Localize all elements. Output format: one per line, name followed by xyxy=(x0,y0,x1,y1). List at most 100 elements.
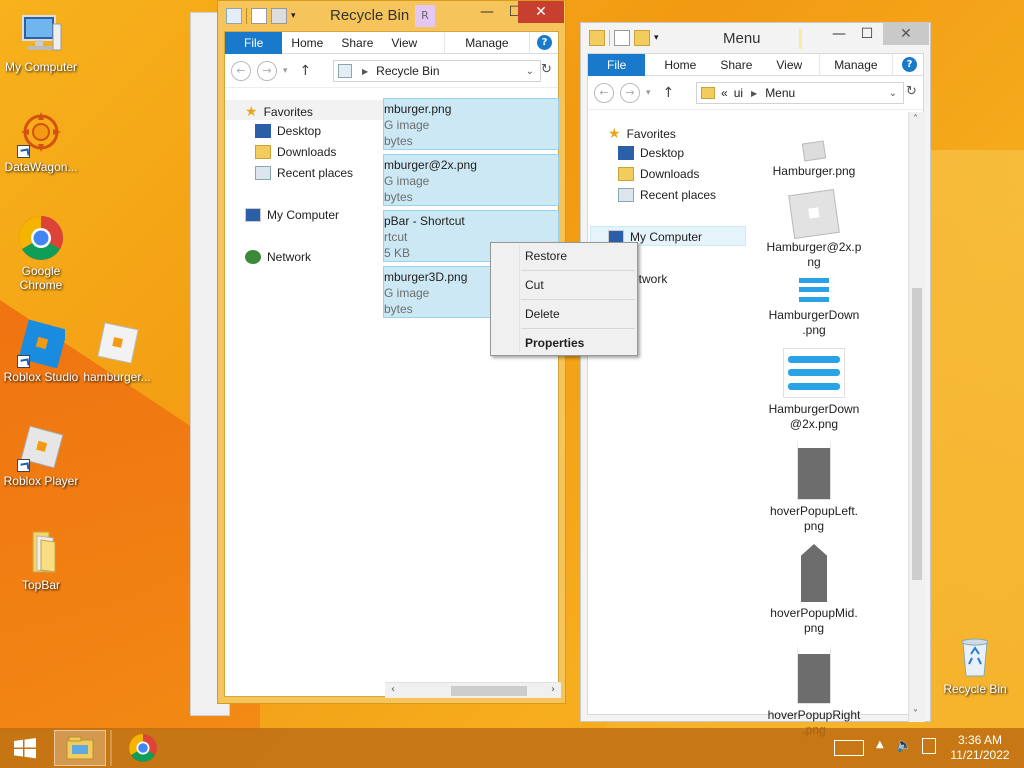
address-box[interactable]: ▶ Recycle Bin ⌄ xyxy=(333,60,541,82)
ribbon-tab-manage[interactable]: Manage xyxy=(819,53,893,76)
ribbon-tab-home[interactable]: Home xyxy=(655,54,705,76)
close-button[interactable]: ✕ xyxy=(518,1,564,23)
folder-small-icon[interactable] xyxy=(589,30,605,46)
quick-access-toolbar: ▾ xyxy=(581,30,662,46)
start-button[interactable] xyxy=(8,730,42,766)
hamburger-thumbnail-icon xyxy=(799,276,829,304)
desktop-icon-google-chrome[interactable]: Google Chrome xyxy=(0,214,82,292)
desktop-icon-roblox-studio[interactable]: Roblox Studio xyxy=(0,319,82,384)
show-hidden-icons-icon[interactable]: ▲ xyxy=(876,739,884,750)
ribbon-tab-file[interactable]: File xyxy=(588,53,646,76)
title-bar[interactable]: ▾ Menu — ☐ ✕ xyxy=(581,23,930,53)
file-item[interactable]: mburger@2x.png G image bytes xyxy=(383,154,559,206)
ribbon-tab-manage[interactable]: Manage xyxy=(444,31,530,54)
properties-icon[interactable] xyxy=(251,8,267,24)
file-type: G image xyxy=(384,118,430,132)
ribbon-tab-file[interactable]: File xyxy=(225,31,283,54)
ribbon-tab-view[interactable]: View xyxy=(767,54,811,76)
file-item[interactable]: Hamburger@2x.p ng xyxy=(754,189,874,270)
breadcrumb-menu[interactable]: Menu xyxy=(765,86,795,100)
menu-item-cut[interactable]: Cut xyxy=(525,278,544,292)
desktop-icon-recycle-bin[interactable]: Recycle Bin xyxy=(934,632,1016,696)
breadcrumb-overflow[interactable]: « xyxy=(721,86,728,100)
file-item[interactable]: Hamburger.png xyxy=(754,140,874,179)
breadcrumb-ui[interactable]: ui xyxy=(734,86,743,100)
maximize-button[interactable]: ☐ xyxy=(853,23,881,45)
back-button[interactable]: ← xyxy=(231,60,251,81)
taskbar-file-explorer[interactable] xyxy=(54,730,106,766)
desktop-icon-hamburger[interactable]: hamburger... xyxy=(76,320,158,384)
chevron-down-icon[interactable]: ▾ xyxy=(654,30,662,46)
scroll-left-icon[interactable]: ‹ xyxy=(391,684,395,695)
nav-item-downloads[interactable]: Downloads xyxy=(618,167,699,181)
minimize-button[interactable]: — xyxy=(825,23,853,45)
close-button[interactable]: ✕ xyxy=(883,23,929,45)
desktop-icon-datawagon[interactable]: DataWagon... xyxy=(0,110,82,174)
scroll-down-icon[interactable]: ˅ xyxy=(913,709,918,720)
scroll-thumb[interactable] xyxy=(912,288,922,580)
nav-item-favorites[interactable]: ★ Favorites xyxy=(245,103,313,120)
refresh-icon[interactable]: ↻ xyxy=(906,84,917,99)
file-item[interactable]: mburger.png G image bytes xyxy=(383,98,559,150)
up-button[interactable]: ↑ xyxy=(300,63,312,79)
nav-item-favorites[interactable]: ★ Favorites xyxy=(608,125,676,142)
help-icon[interactable]: ? xyxy=(537,35,552,50)
ribbon-tab-share[interactable]: Share xyxy=(711,54,761,76)
nav-item-recent-places[interactable]: Recent places xyxy=(618,188,716,202)
up-button[interactable]: ↑ xyxy=(663,85,675,101)
vertical-scrollbar[interactable]: ˄ ˅ xyxy=(908,112,925,722)
nav-item-label: Recent places xyxy=(277,166,354,180)
volume-icon[interactable]: 🔈 xyxy=(896,738,912,753)
file-item[interactable]: HamburgerDown .png xyxy=(754,276,874,338)
nav-item-network[interactable]: Network xyxy=(245,250,311,264)
nav-item-desktop[interactable]: Desktop xyxy=(618,146,684,160)
scroll-up-icon[interactable]: ˄ xyxy=(913,114,918,125)
refresh-icon[interactable]: ↻ xyxy=(541,62,552,77)
nav-item-recent-places[interactable]: Recent places xyxy=(255,166,353,180)
chevron-down-icon[interactable]: ▾ xyxy=(291,8,299,24)
nav-item-my-computer[interactable]: My Computer xyxy=(245,208,339,222)
menu-item-delete[interactable]: Delete xyxy=(525,307,560,321)
help-icon[interactable]: ? xyxy=(902,57,917,72)
menu-item-restore[interactable]: Restore xyxy=(525,249,567,263)
ribbon-tab-view[interactable]: View xyxy=(382,32,426,54)
action-center-icon[interactable] xyxy=(922,738,936,754)
desktop-icon-topbar[interactable]: TopBar xyxy=(0,528,82,592)
address-box[interactable]: « ui ▶ Menu ⌄ xyxy=(696,82,904,104)
nav-item-downloads[interactable]: Downloads xyxy=(255,145,336,159)
address-path[interactable]: Recycle Bin xyxy=(376,64,439,78)
back-button[interactable]: ← xyxy=(594,82,614,103)
tab-indicator[interactable]: R xyxy=(415,5,435,27)
horizontal-scrollbar[interactable]: ‹ › xyxy=(385,682,561,698)
menu-window[interactable]: ▾ Menu — ☐ ✕ File Home Share View Manage… xyxy=(580,22,931,737)
recycle-bin-small-icon[interactable] xyxy=(226,8,242,24)
properties-icon[interactable] xyxy=(614,30,630,46)
file-item[interactable]: hoverPopupMid. png xyxy=(754,544,874,636)
system-clock[interactable]: 3:36 AM 11/21/2022 xyxy=(944,733,1016,763)
scroll-thumb[interactable] xyxy=(451,686,527,696)
ribbon-tab-share[interactable]: Share xyxy=(332,32,382,54)
file-item[interactable]: hoverPopupLeft. png xyxy=(754,438,874,534)
new-folder-icon[interactable] xyxy=(271,8,287,24)
ribbon: File Home Share View Manage ⌄ ? xyxy=(588,53,923,76)
nav-item-desktop[interactable]: Desktop xyxy=(255,124,321,138)
title-bar[interactable]: ▾ Recycle Bin R — ☐ ✕ xyxy=(218,1,565,31)
recent-locations-icon[interactable]: ▾ xyxy=(283,66,288,76)
desktop-icon-roblox-player[interactable]: Roblox Player xyxy=(0,424,82,488)
chevron-down-icon[interactable]: ⌄ xyxy=(889,88,897,99)
menu-item-properties[interactable]: Properties xyxy=(525,336,584,350)
recent-locations-icon[interactable]: ▾ xyxy=(646,88,651,98)
taskbar-chrome[interactable] xyxy=(122,730,164,766)
shortcut-arrow-icon xyxy=(17,355,30,368)
ribbon-tab-home[interactable]: Home xyxy=(282,32,332,54)
keyboard-icon[interactable] xyxy=(834,740,864,756)
forward-button[interactable]: → xyxy=(257,60,277,81)
chevron-down-icon[interactable]: ⌄ xyxy=(526,66,534,77)
minimize-button[interactable]: — xyxy=(473,1,501,23)
forward-button[interactable]: → xyxy=(620,82,640,103)
file-item[interactable]: hoverPopupRight .png xyxy=(754,644,874,738)
desktop-icon-my-computer[interactable]: My Computer xyxy=(0,10,82,74)
scroll-right-icon[interactable]: › xyxy=(551,684,555,695)
file-item[interactable]: HamburgerDown @2x.png xyxy=(754,348,874,432)
new-folder-icon[interactable] xyxy=(634,30,650,46)
